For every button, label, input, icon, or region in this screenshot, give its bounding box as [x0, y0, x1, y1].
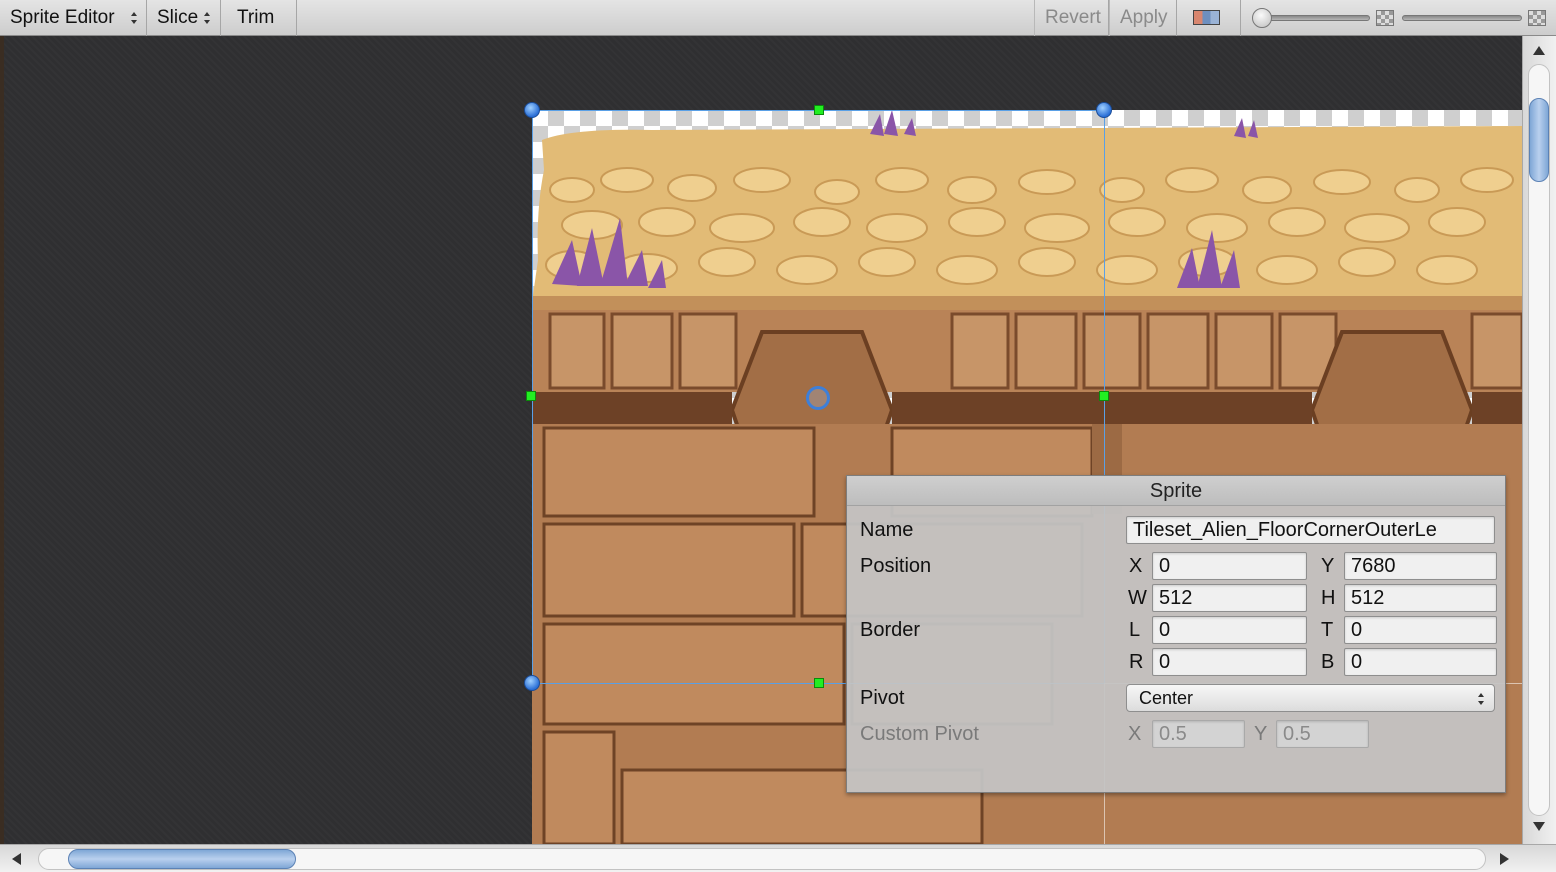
border-t-field[interactable]: 0: [1344, 616, 1497, 644]
edge-handle-right[interactable]: [1099, 391, 1109, 401]
border-r-label: R: [1129, 651, 1144, 673]
custom-pivot-x-field[interactable]: 0.5: [1152, 720, 1245, 748]
scroll-down-arrow-icon[interactable]: [1533, 822, 1545, 831]
toolbar-divider: [1240, 0, 1241, 36]
apply-label: Apply: [1120, 7, 1168, 28]
corner-handle-bottom-left[interactable]: [524, 675, 540, 691]
horizontal-scrollbar[interactable]: [0, 844, 1556, 872]
dropdown-arrows-icon: [204, 12, 211, 24]
custom-pivot-y-field[interactable]: 0.5: [1276, 720, 1369, 748]
dropdown-arrows-icon: [131, 12, 138, 24]
edge-handle-top[interactable]: [814, 105, 824, 115]
border-b-label: B: [1321, 651, 1335, 673]
zoom-slider-track[interactable]: [1256, 15, 1370, 21]
pivot-label: Pivot: [860, 687, 905, 709]
pivot-select-value: Center: [1139, 688, 1194, 708]
position-x-field[interactable]: 0: [1152, 552, 1307, 580]
border-t-label: T: [1321, 619, 1334, 641]
revert-label: Revert: [1045, 7, 1101, 28]
vertical-scroll-thumb[interactable]: [1529, 98, 1549, 182]
checker-icon: [1376, 10, 1394, 26]
sprite-editor-window: Sprite Editor Slice Trim Revert Apply Sp…: [0, 0, 1556, 872]
pivot-select[interactable]: Center: [1126, 684, 1495, 712]
rgb-alpha-toggle-icon[interactable]: [1193, 10, 1220, 25]
corner-handle-top-right[interactable]: [1096, 102, 1112, 118]
border-r-field[interactable]: 0: [1152, 648, 1307, 676]
slice-label: Slice: [157, 7, 199, 28]
select-arrows-icon: [1478, 693, 1485, 705]
position-w-field[interactable]: 512: [1152, 584, 1307, 612]
border-b-field[interactable]: 0: [1344, 648, 1497, 676]
border-l-field[interactable]: 0: [1152, 616, 1307, 644]
position-y-field[interactable]: 7680: [1344, 552, 1497, 580]
edge-handle-left[interactable]: [526, 391, 536, 401]
position-x-label: X: [1129, 555, 1143, 577]
edge-handle-bottom[interactable]: [814, 678, 824, 688]
name-label: Name: [860, 519, 914, 541]
position-label: Position: [860, 555, 932, 577]
apply-button[interactable]: Apply: [1109, 0, 1177, 36]
custom-pivot-x-label: X: [1128, 723, 1142, 745]
toolbar: Sprite Editor Slice Trim Revert Apply: [0, 0, 1556, 36]
sprite-properties-panel: Sprite Name Tileset_Alien_FloorCornerOut…: [846, 475, 1506, 793]
position-y-label: Y: [1321, 555, 1335, 577]
position-w-label: W: [1128, 587, 1147, 609]
pivot-handle[interactable]: [806, 386, 830, 410]
vertical-scrollbar[interactable]: [1522, 36, 1556, 844]
checker-icon: [1528, 10, 1546, 26]
name-field[interactable]: Tileset_Alien_FloorCornerOuterLe: [1126, 516, 1495, 544]
border-label: Border: [860, 619, 921, 641]
mip-slider-track[interactable]: [1402, 15, 1522, 21]
position-h-label: H: [1321, 587, 1336, 609]
scroll-up-arrow-icon[interactable]: [1533, 46, 1545, 55]
slice-dropdown[interactable]: Slice: [147, 0, 221, 36]
panel-title: Sprite: [847, 476, 1505, 506]
trim-label: Trim: [237, 7, 275, 28]
horizontal-scroll-thumb[interactable]: [68, 849, 296, 869]
border-l-label: L: [1129, 619, 1141, 641]
revert-button[interactable]: Revert: [1034, 0, 1109, 36]
scroll-left-arrow-icon[interactable]: [12, 853, 21, 865]
trim-button[interactable]: Trim: [221, 0, 297, 36]
custom-pivot-label: Custom Pivot: [860, 723, 979, 745]
zoom-slider-thumb[interactable]: [1252, 8, 1272, 28]
position-h-field[interactable]: 512: [1344, 584, 1497, 612]
sprite-editor-label: Sprite Editor: [10, 7, 115, 28]
scroll-right-arrow-icon[interactable]: [1500, 853, 1509, 865]
sprite-editor-dropdown[interactable]: Sprite Editor: [0, 0, 147, 36]
corner-handle-top-left[interactable]: [524, 102, 540, 118]
custom-pivot-y-label: Y: [1254, 723, 1268, 745]
